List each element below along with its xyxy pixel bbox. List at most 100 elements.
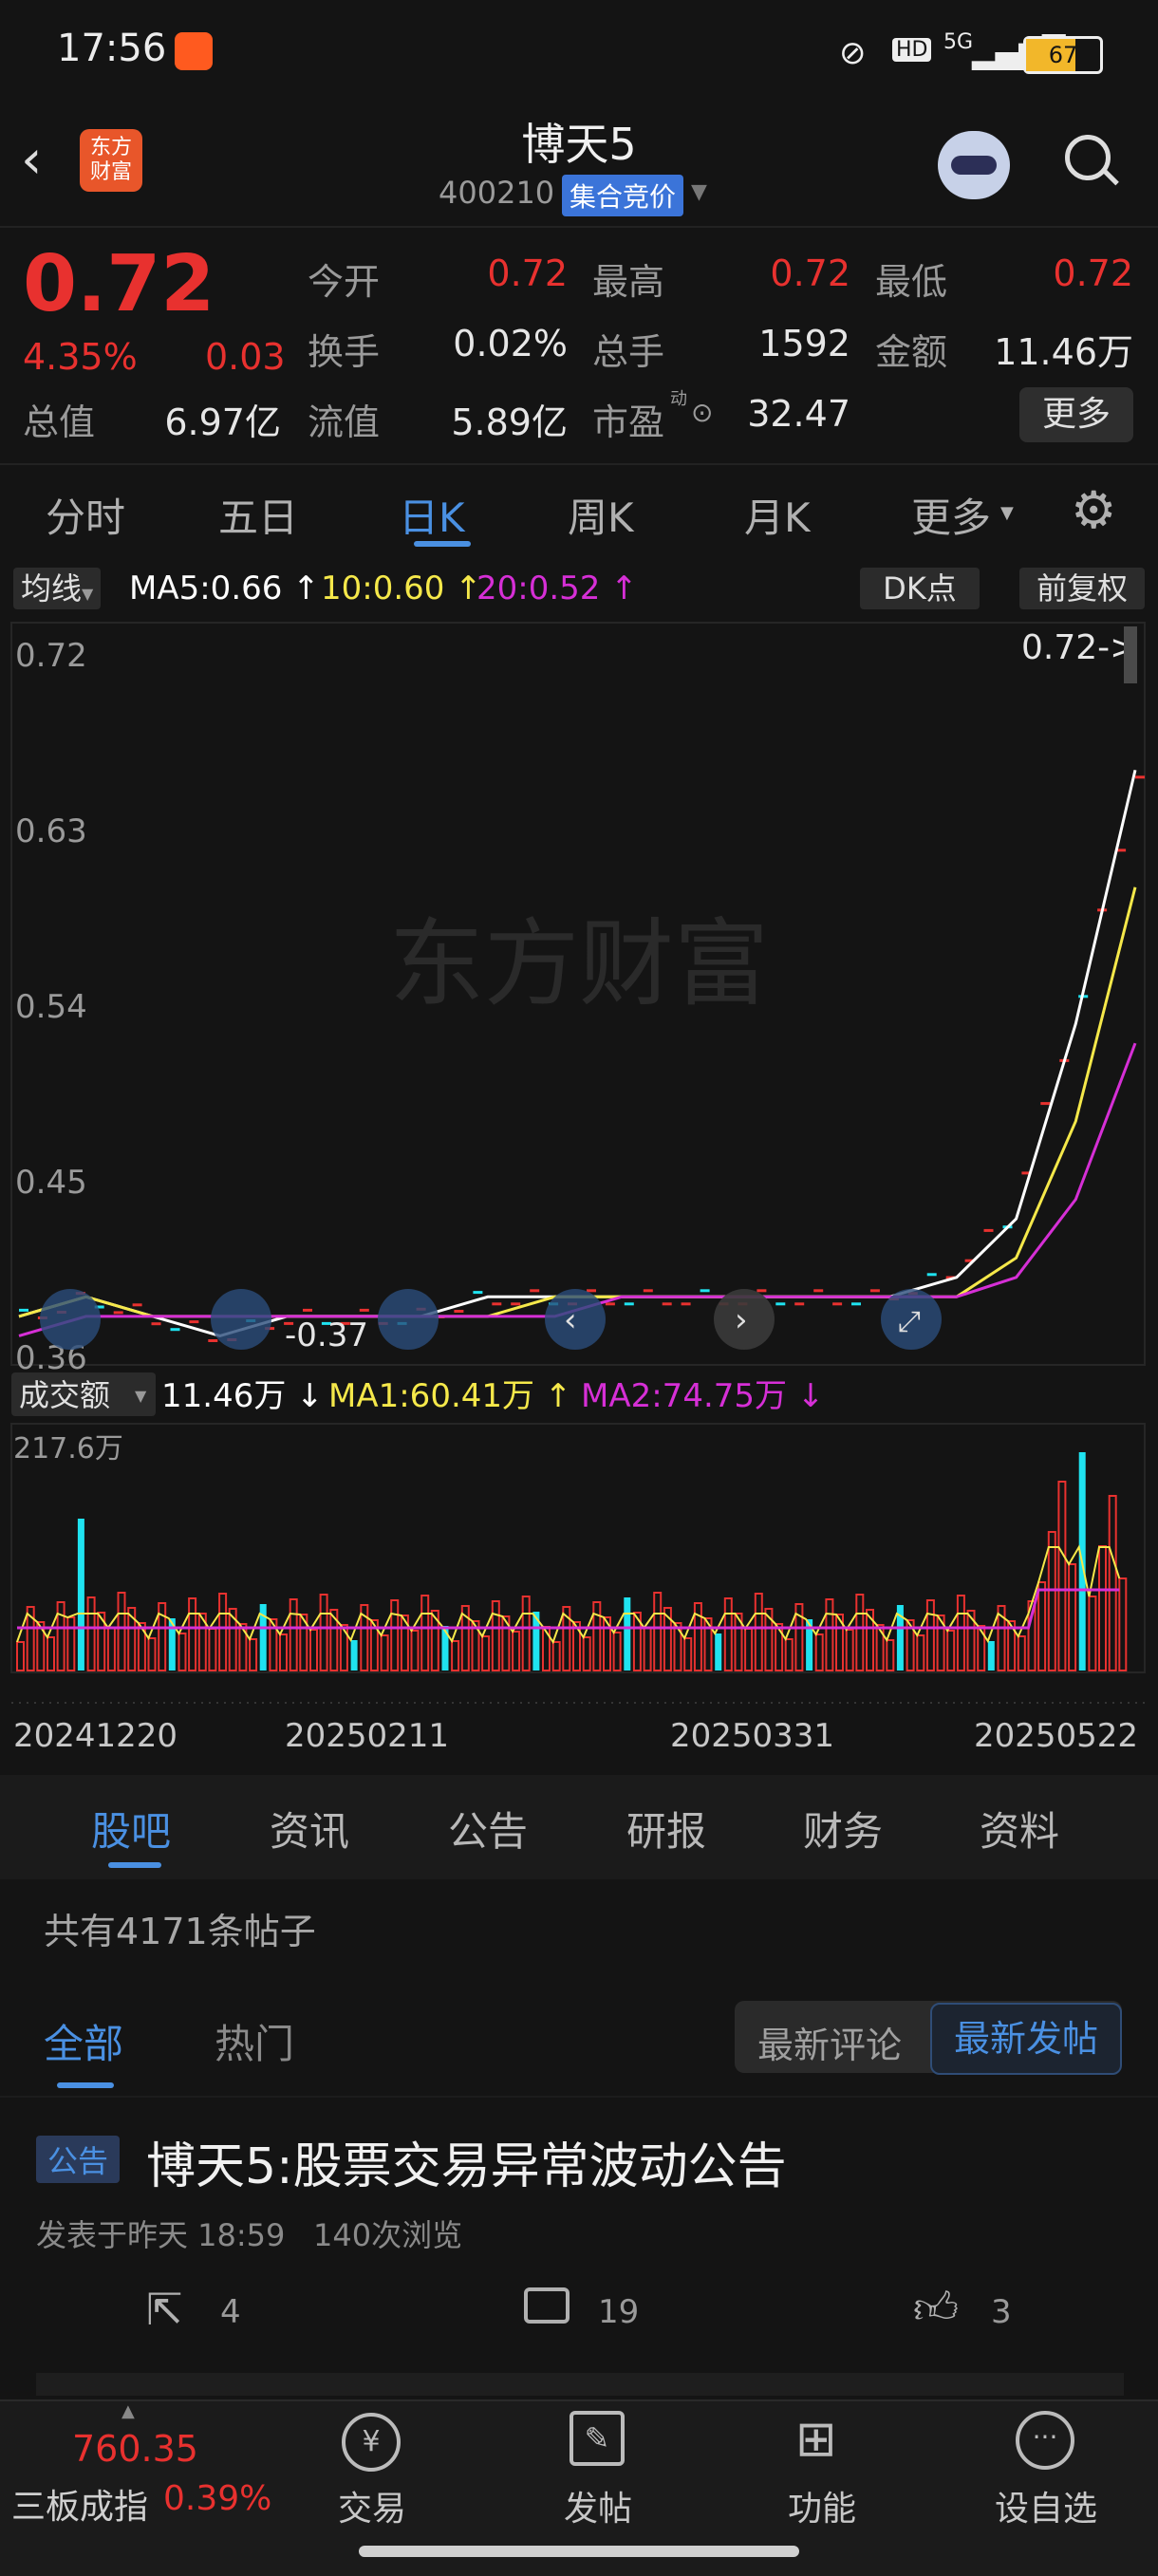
volume-bar (956, 1595, 965, 1671)
open-value: 0.72 (487, 252, 568, 294)
volume-bar (582, 1636, 591, 1671)
volume-bar (106, 1627, 116, 1671)
scroll-handle[interactable] (1124, 626, 1137, 683)
change-value: 0.03 (205, 336, 286, 378)
tab-daily-k[interactable]: 日K (399, 486, 465, 544)
tab-intraday[interactable]: 分时 (46, 486, 125, 544)
y-tick-label: 0.45 (15, 1164, 87, 1202)
volume-bar (86, 1596, 96, 1671)
candle (1135, 775, 1145, 779)
tab-monthly-k[interactable]: 月K (744, 486, 811, 544)
sort-latest-comment[interactable]: 最新评论 (757, 2016, 902, 2068)
candle (189, 1320, 199, 1324)
tab-announcements[interactable]: 公告 (448, 1800, 528, 1857)
robot-avatar-icon[interactable] (938, 131, 1010, 199)
change-percent: 4.35% (23, 336, 138, 378)
kline-chart[interactable]: 东方财富 0.720.630.540.450.36 0.72-> -0.37 ‹… (0, 560, 1158, 1784)
active-section-indicator (108, 1862, 161, 1868)
pe-superscript: 动 (670, 389, 687, 409)
volume-ma1-text: MA1:60.41万 (328, 1377, 534, 1415)
candle (303, 1308, 312, 1312)
more-button[interactable]: 更多 (1019, 387, 1133, 442)
tab-weekly-k[interactable]: 周K (568, 486, 634, 544)
candle (208, 1339, 218, 1342)
volume-bar (249, 1638, 258, 1671)
filter-all[interactable]: 全部 (44, 2012, 123, 2070)
tab-news[interactable]: 资讯 (270, 1800, 349, 1857)
plus-button[interactable] (378, 1289, 439, 1350)
volume-bar (319, 1594, 328, 1671)
zoom-out-button[interactable] (40, 1289, 101, 1350)
volume-bar (16, 1641, 25, 1671)
float-label: 流值 (308, 401, 381, 443)
minus-button[interactable] (211, 1289, 271, 1350)
share-icon[interactable]: ⇱ (146, 2284, 183, 2335)
volume-bar (66, 1616, 76, 1671)
date-label: 20250522 (974, 1717, 1138, 1755)
nav-functions[interactable]: 功能 (756, 2481, 888, 2530)
volume-ma2-line (17, 1588, 1120, 1630)
volume-bar (279, 1633, 288, 1671)
index-up-icon: ▲ (121, 2401, 135, 2421)
index-value[interactable]: 760.35 (72, 2428, 198, 2470)
gear-icon[interactable]: ⚙ (1071, 480, 1116, 540)
y-tick-label: 0.72 (15, 637, 87, 675)
candle (1040, 1102, 1051, 1106)
volume-bar (1057, 1481, 1067, 1671)
filter-indicator (57, 2082, 114, 2088)
filter-hot[interactable]: 热门 (215, 2012, 294, 2070)
like-icon[interactable]: 👍︎ (913, 2282, 959, 2335)
volume-bar (289, 1598, 298, 1671)
sort-latest-post[interactable]: 最新发帖 (930, 2003, 1122, 2075)
volume-bar (1068, 1563, 1077, 1671)
stock-header: ‹ 东方 财富 博天5 400210 集合竞价 ▼ (0, 104, 1158, 228)
dropdown-icon[interactable]: ▼ (691, 180, 707, 204)
chevron-right-icon: › (735, 1301, 748, 1339)
volume-bar (814, 1633, 824, 1671)
tab-more[interactable]: 更多 (911, 486, 991, 544)
candle (756, 1289, 767, 1293)
candle (359, 1308, 369, 1312)
nav-post[interactable]: 发帖 (532, 2481, 664, 2530)
volume-bar (117, 1592, 126, 1671)
volume-ma2: MA2:74.75万 ↓ (581, 1377, 824, 1415)
candle (851, 1302, 861, 1306)
volume-bar (491, 1600, 500, 1671)
trade-icon[interactable]: ¥ (342, 2413, 401, 2472)
battery-level: 67 (1048, 42, 1078, 68)
divider (0, 226, 1158, 228)
low-price-text: 0.37 (296, 1316, 368, 1354)
tab-guba[interactable]: 股吧 (91, 1800, 171, 1857)
volume-bar (551, 1641, 561, 1671)
post-title[interactable]: 博天5:股票交易异常波动公告 (146, 2126, 787, 2197)
candle (624, 1302, 634, 1306)
candle (813, 1289, 824, 1293)
apps-icon[interactable]: ⊞ (795, 2411, 837, 2468)
nav-trade[interactable]: 交易 (306, 2481, 439, 2530)
turnover-label: 换手 (308, 331, 381, 373)
y-tick-label: 0.54 (15, 988, 87, 1026)
tab-finance[interactable]: 财务 (803, 1800, 883, 1857)
volume-bar (1098, 1545, 1107, 1671)
edit-icon[interactable]: ✎ (570, 2411, 625, 2466)
date-label: 20250211 (285, 1717, 449, 1755)
candle (473, 1291, 483, 1295)
nav-add-watchlist[interactable]: 设自选 (980, 2481, 1112, 2530)
home-indicator[interactable] (359, 2546, 799, 2557)
volume-bar (218, 1593, 228, 1671)
float-value: 5.89亿 (451, 401, 568, 443)
volume-bar (1118, 1577, 1128, 1671)
comment-icon[interactable] (524, 2287, 570, 2324)
tab-profile[interactable]: 资料 (980, 1800, 1059, 1857)
info-icon[interactable]: ⊙ (691, 397, 713, 428)
index-name[interactable]: 三板成指 (11, 2479, 148, 2529)
candle (775, 1302, 786, 1306)
volume-bar (825, 1598, 834, 1671)
tab-five-day[interactable]: 五日 (218, 486, 298, 544)
low-price-marker: -0.37 (285, 1316, 368, 1354)
volume-bar (47, 1636, 55, 1671)
more-dots-icon[interactable]: ··· (1016, 2411, 1074, 2470)
candle (151, 1322, 161, 1326)
candle (19, 1308, 28, 1312)
tab-research[interactable]: 研报 (626, 1800, 706, 1857)
